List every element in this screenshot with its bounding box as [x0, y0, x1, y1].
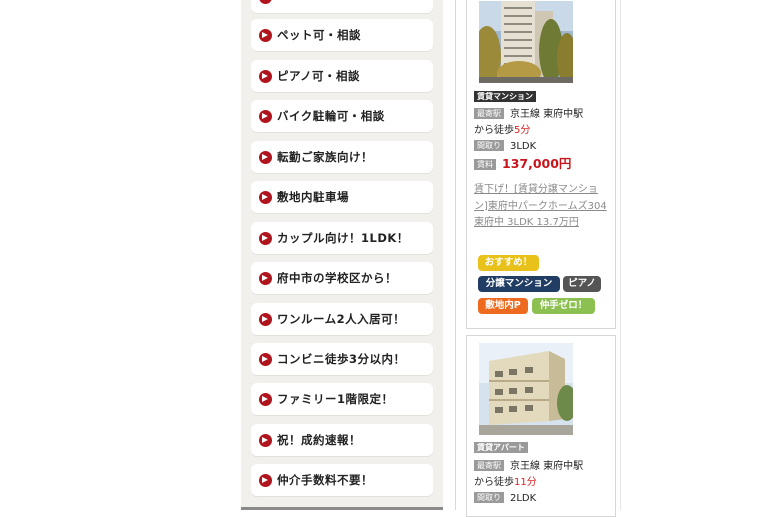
sidebar-item-piano[interactable]: ピアノ可・相談: [251, 60, 433, 92]
arrow-bullet-icon: [259, 312, 272, 326]
sidebar-item-label: ファミリー1階限定！: [277, 392, 394, 406]
sidebar-item-school-district[interactable]: 府中市の学校区から！: [251, 262, 433, 294]
arrow-bullet-icon: [259, 392, 272, 406]
walk-prefix: から徒歩: [474, 125, 514, 136]
sidebar-item-label: バイク駐輪可・相談: [277, 109, 385, 123]
arrow-bullet-icon: [259, 352, 272, 366]
walk-row: から徒歩5分: [474, 123, 611, 139]
arrow-bullet-icon: [259, 271, 272, 285]
sidebar-item-label: コンビニ徒歩3分以内！: [277, 352, 406, 366]
sidebar-item-bike[interactable]: バイク駐輪可・相談: [251, 100, 433, 132]
tag-recommend[interactable]: おすすめ！: [478, 255, 539, 271]
feature-search-sidebar: ペット可・相談 ピアノ可・相談 バイク駐輪可・相談 転勤ご家族向け！ 敷地内駐車…: [241, 0, 443, 510]
property-type-badge: 賃貸マンション: [474, 91, 536, 102]
rent-price: 137,000円: [502, 156, 572, 171]
listing-details: 最寄駅 京王線 東府中駅 から徒歩11分 間取り 2LDK: [474, 459, 611, 507]
property-type-badge: 賃貸アパート: [474, 442, 528, 453]
arrow-bullet-icon: [259, 28, 272, 42]
tag-bunjo-mansion[interactable]: 分譲マンション: [478, 276, 560, 292]
arrow-bullet-icon: [259, 109, 272, 123]
sidebar-item-label: 転勤ご家族向け！: [277, 150, 373, 164]
arrow-bullet-icon: [259, 0, 272, 4]
sidebar-item-one-room-two[interactable]: ワンルーム2人入居可！: [251, 303, 433, 335]
column-divider: [455, 0, 456, 510]
tag-no-commission[interactable]: 仲手ゼロ！: [532, 298, 595, 314]
sidebar-item-label: 仲介手数料不要！: [277, 473, 373, 487]
arrow-bullet-icon: [259, 190, 272, 204]
layout-value: 2LDK: [510, 493, 537, 504]
listing-details: 最寄駅 京王線 東府中駅 から徒歩5分 間取り 3LDK 賃料 137,000円: [474, 107, 611, 174]
arrow-bullet-icon: [259, 231, 272, 245]
sidebar-item-label: カップル向け！1LDK！: [277, 231, 409, 245]
sidebar-item-parking[interactable]: 敷地内駐車場: [251, 181, 433, 213]
station-text: 京王線 東府中駅: [510, 461, 584, 472]
arrow-bullet-icon: [259, 433, 272, 447]
layout-row: 間取り 2LDK: [474, 491, 611, 507]
walk-minutes: 5分: [514, 125, 531, 136]
listing-title-link[interactable]: 賃下げ！[賃貸分譲マンション]東府中パークホームズ304 東府中 3LDK 13…: [474, 182, 610, 232]
station-tag: 最寄駅: [474, 460, 504, 471]
rent-tag: 賃料: [474, 159, 496, 170]
sidebar-item-label: 府中市の学校区から！: [277, 271, 397, 285]
layout-tag: 間取り: [474, 140, 504, 151]
sidebar-item-contract-news[interactable]: 祝！成約速報！: [251, 424, 433, 456]
tag-piano[interactable]: ピアノ: [563, 276, 601, 292]
sidebar-item-label: ワンルーム2人入居可！: [277, 312, 406, 326]
station-text: 京王線 東府中駅: [510, 109, 584, 120]
layout-row: 間取り 3LDK: [474, 139, 611, 155]
walk-row: から徒歩11分: [474, 475, 611, 491]
sidebar-item-no-fee[interactable]: 仲介手数料不要！: [251, 464, 433, 496]
sidebar-item-label: 祝！成約速報！: [277, 433, 361, 447]
station-row: 最寄駅 京王線 東府中駅: [474, 459, 611, 475]
listing-card[interactable]: 賃貸アパート 最寄駅 京王線 東府中駅 から徒歩11分 間取り 2LDK: [466, 335, 616, 517]
building-photo[interactable]: [479, 1, 573, 83]
station-row: 最寄駅 京王線 東府中駅: [474, 107, 611, 123]
column-divider: [620, 0, 621, 510]
sidebar-item-label: ペット可・相談: [277, 28, 361, 42]
walk-minutes: 11分: [514, 477, 537, 488]
sidebar-item-pets[interactable]: ペット可・相談: [251, 19, 433, 51]
building-photo[interactable]: [479, 343, 573, 435]
arrow-bullet-icon: [259, 69, 272, 83]
tag-onsite-parking[interactable]: 敷地内P: [478, 298, 528, 314]
sidebar-item-convenience[interactable]: コンビニ徒歩3分以内！: [251, 343, 433, 375]
sidebar-item-couple[interactable]: カップル向け！1LDK！: [251, 222, 433, 254]
walk-prefix: から徒歩: [474, 477, 514, 488]
sidebar-item-family-first-floor[interactable]: ファミリー1階限定！: [251, 383, 433, 415]
sidebar-item-label: 敷地内駐車場: [277, 190, 349, 204]
listing-card[interactable]: 賃貸マンション 最寄駅 京王線 東府中駅 から徒歩5分 間取り 3LDK 賃料 137…: [466, 0, 616, 329]
arrow-bullet-icon: [259, 150, 272, 164]
layout-value: 3LDK: [510, 141, 537, 152]
sidebar-item-transfer-family[interactable]: 転勤ご家族向け！: [251, 141, 433, 173]
sidebar-item-top[interactable]: [251, 0, 433, 13]
arrow-bullet-icon: [259, 473, 272, 487]
sidebar-item-label: ピアノ可・相談: [277, 69, 360, 83]
rent-row: 賃料 137,000円: [474, 156, 611, 174]
layout-tag: 間取り: [474, 492, 504, 503]
station-tag: 最寄駅: [474, 108, 504, 119]
